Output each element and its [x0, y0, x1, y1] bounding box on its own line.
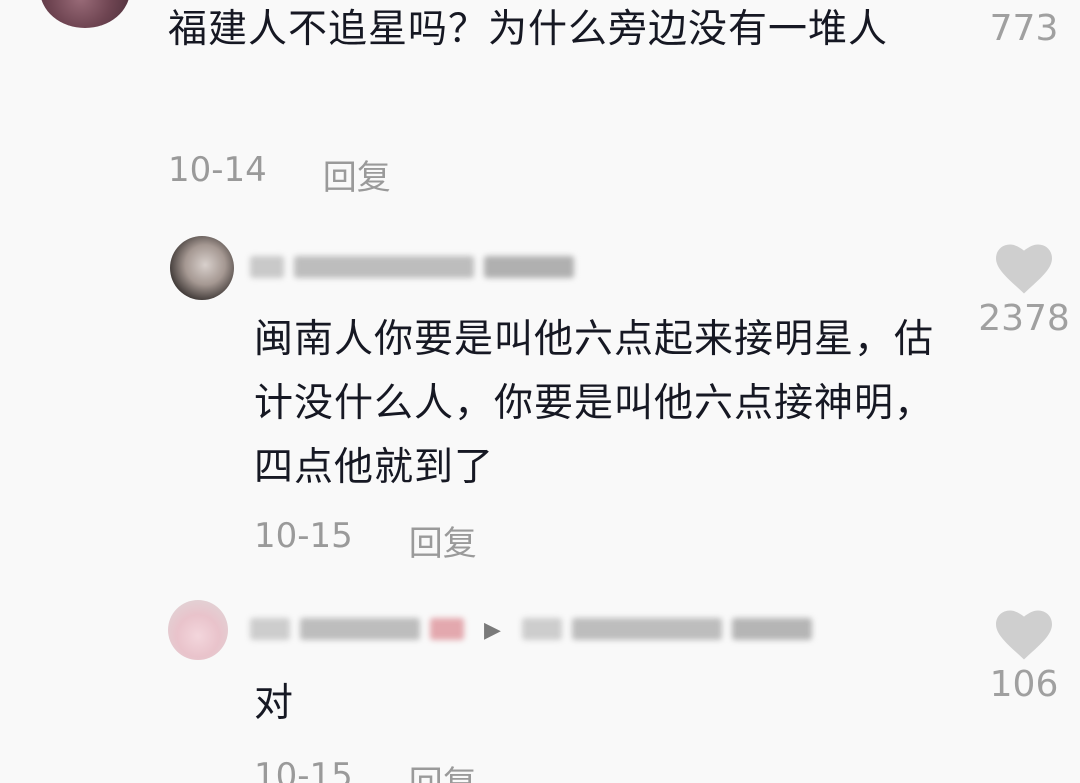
- reply-button[interactable]: 回复: [409, 756, 477, 783]
- like-button[interactable]: 773: [974, 8, 1074, 49]
- like-count: 2378: [978, 298, 1070, 339]
- comment-meta: 10-14 回复: [168, 150, 391, 199]
- like-count: 106: [989, 664, 1059, 705]
- reply-username-blurred[interactable]: [250, 256, 574, 278]
- reply-avatar[interactable]: [170, 236, 234, 300]
- heart-icon: [996, 244, 1052, 294]
- heart-icon: [996, 610, 1052, 660]
- replied-to-username-blurred[interactable]: [522, 618, 812, 640]
- reply-avatar[interactable]: [168, 600, 228, 660]
- reply-date: 10-15: [254, 516, 353, 556]
- commenter-avatar[interactable]: [40, 0, 130, 28]
- comment-text: 福建人不追星吗？为什么旁边没有一堆人: [168, 7, 889, 52]
- reply-button[interactable]: 回复: [323, 150, 391, 199]
- reply-text: 对: [254, 681, 295, 726]
- reply-username-blurred[interactable]: [250, 618, 464, 640]
- reply-button[interactable]: 回复: [409, 516, 477, 565]
- reply-date: 10-15: [254, 756, 353, 783]
- reply-text: 闽南人你要是叫他六点起来接明星，估计没什么人，你要是叫他六点接神明，四点他就到了: [254, 317, 935, 490]
- like-count: 773: [989, 8, 1059, 49]
- comment-date: 10-14: [168, 150, 267, 190]
- comment-thread: 福建人不追星吗？为什么旁边没有一堆人 10-14 回复 773 闽南人你要是叫他…: [0, 0, 1080, 783]
- reply-arrow-icon: ▶: [484, 618, 501, 643]
- reply-meta: 10-15 回复: [254, 756, 477, 783]
- reply-meta: 10-15 回复: [254, 516, 477, 565]
- like-button[interactable]: 2378: [974, 244, 1074, 339]
- like-button[interactable]: 106: [974, 610, 1074, 705]
